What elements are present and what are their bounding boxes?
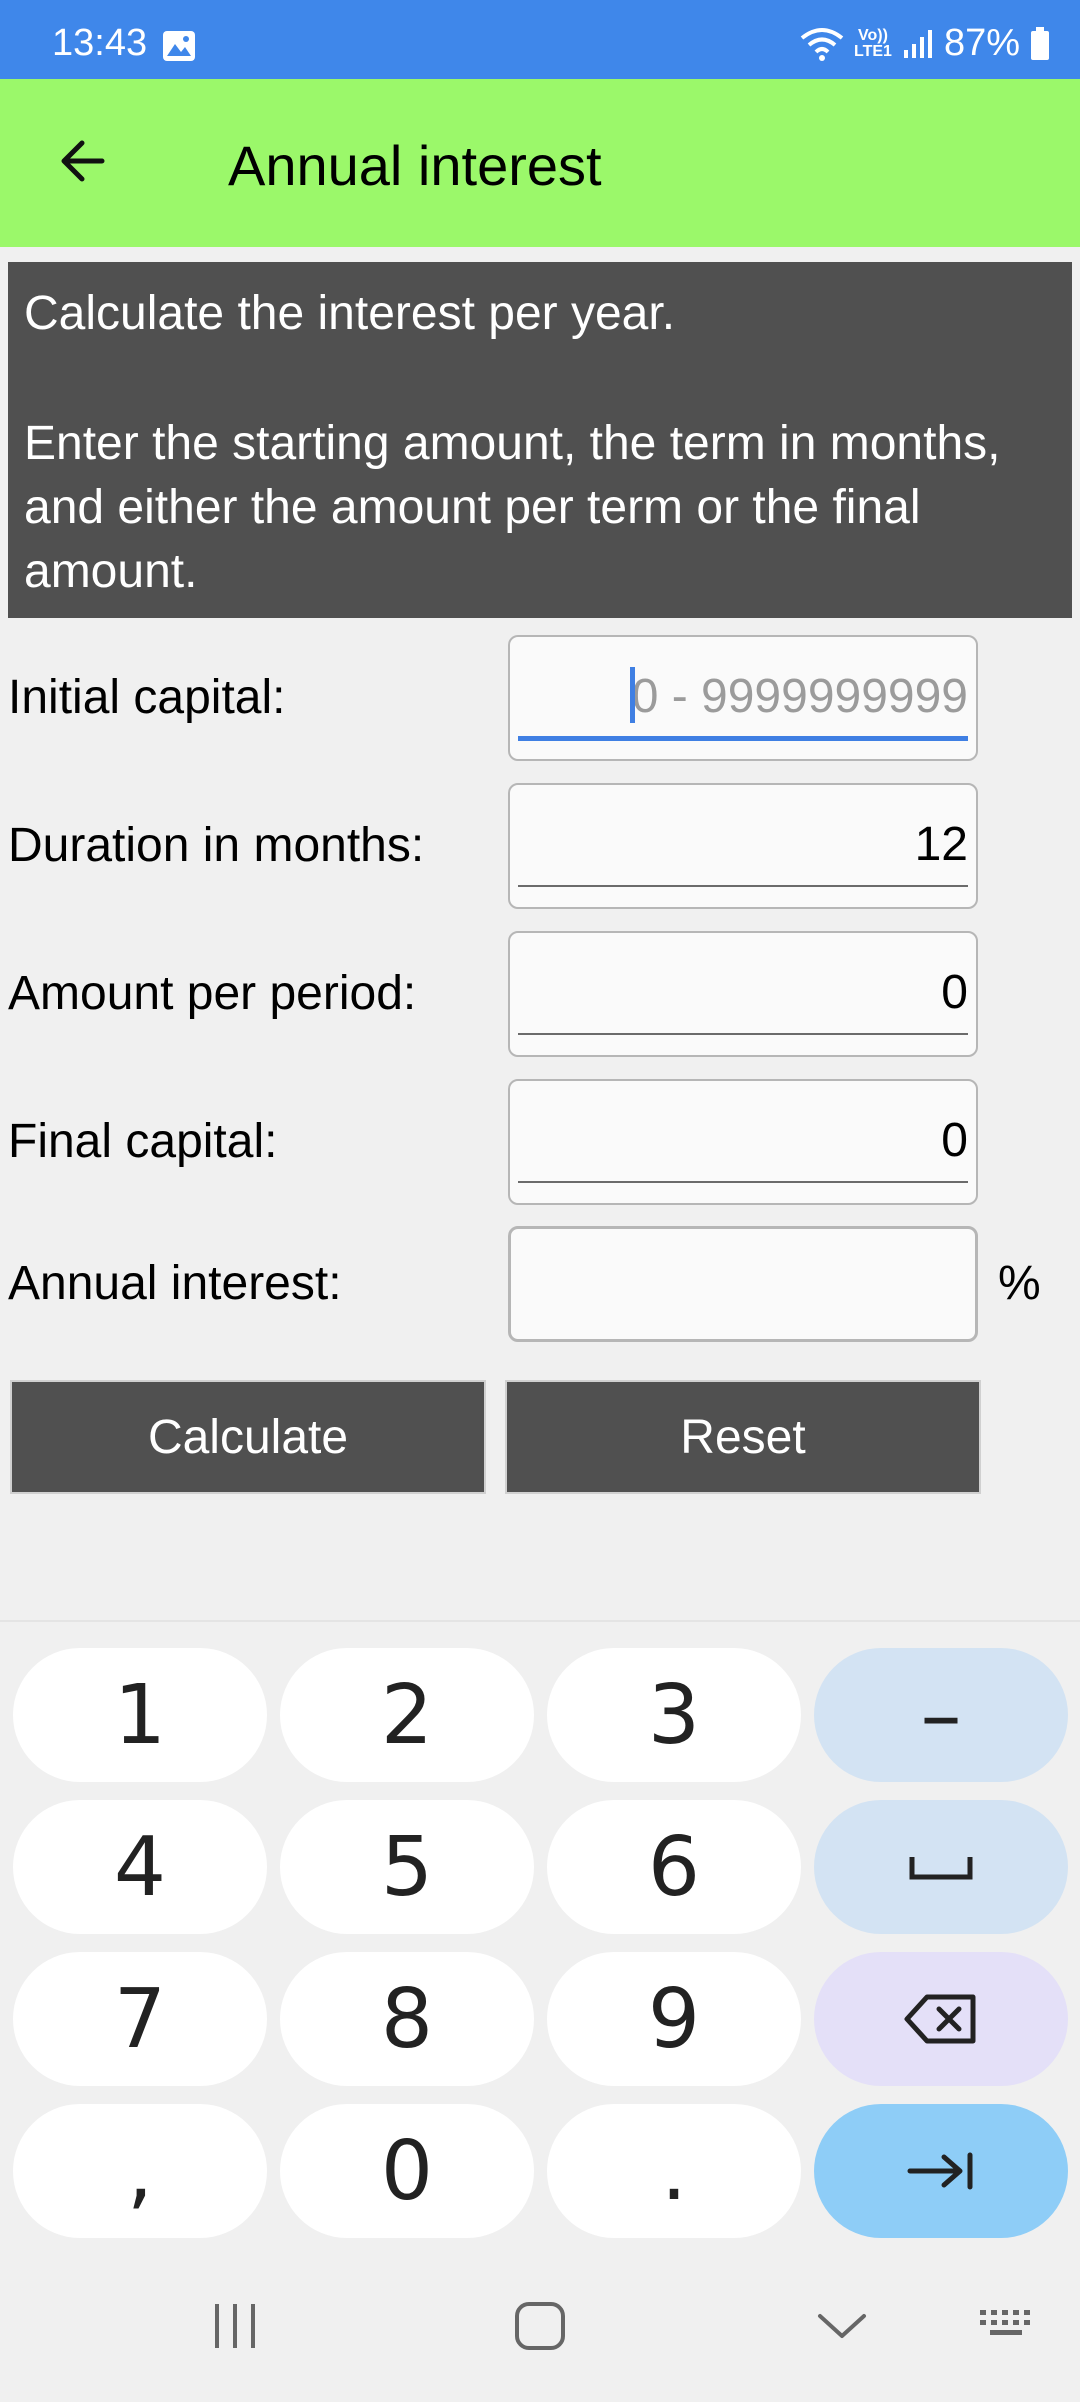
- status-bar: 13:43 Vo)) LTE1 87%: [0, 0, 1080, 79]
- initial-capital-placeholder: 0 - 9999999999: [631, 670, 968, 723]
- initial-capital-label: Initial capital:: [8, 671, 286, 724]
- input-underline: [518, 1033, 968, 1035]
- network-type: Vo)) LTE1: [854, 26, 892, 60]
- input-underline: [518, 1181, 968, 1183]
- key-9[interactable]: 9: [547, 1952, 801, 2086]
- amount-per-period-value: 0: [941, 966, 968, 1019]
- system-navigation-bar: [0, 2270, 1080, 2380]
- volte-label: Vo)): [858, 26, 888, 44]
- battery-icon: [1031, 26, 1049, 60]
- key-5[interactable]: 5: [280, 1800, 534, 1934]
- tab-next-icon: [907, 2152, 973, 2190]
- text-cursor: [630, 667, 635, 723]
- final-capital-input[interactable]: 0: [508, 1079, 978, 1205]
- percent-unit: %: [998, 1257, 1041, 1310]
- key-space[interactable]: [814, 1800, 1068, 1934]
- lte-label: LTE1: [854, 42, 892, 60]
- key-0[interactable]: 0: [280, 2104, 534, 2238]
- key-next[interactable]: [814, 2104, 1068, 2238]
- backspace-icon: [904, 1994, 976, 2044]
- key-3[interactable]: 3: [547, 1648, 801, 1782]
- final-capital-label: Final capital:: [8, 1115, 278, 1168]
- final-capital-value: 0: [941, 1114, 968, 1167]
- status-icons: Vo)) LTE1 87%: [800, 22, 1050, 65]
- hide-keyboard-icon[interactable]: [812, 2298, 872, 2354]
- annual-interest-label: Annual interest:: [8, 1257, 342, 1310]
- keyboard-switch-icon[interactable]: [978, 2298, 1038, 2354]
- description-banner: Calculate the interest per year. Enter t…: [8, 262, 1072, 618]
- amount-per-period-label: Amount per period:: [8, 967, 417, 1020]
- duration-value: 12: [914, 818, 968, 871]
- reset-button[interactable]: Reset: [505, 1380, 981, 1494]
- key-minus[interactable]: –: [814, 1648, 1068, 1782]
- key-dot[interactable]: .: [547, 2104, 801, 2238]
- initial-capital-input[interactable]: 0 - 9999999999: [508, 635, 978, 761]
- key-7[interactable]: 7: [13, 1952, 267, 2086]
- wifi-icon: [800, 27, 844, 61]
- key-8[interactable]: 8: [280, 1952, 534, 2086]
- description-line-2: Enter the starting amount, the term in m…: [24, 417, 1001, 598]
- home-icon[interactable]: [510, 2298, 570, 2354]
- input-underline: [518, 736, 968, 741]
- key-backspace[interactable]: [814, 1952, 1068, 2086]
- duration-label: Duration in months:: [8, 819, 425, 872]
- key-4[interactable]: 4: [13, 1800, 267, 1934]
- key-1[interactable]: 1: [13, 1648, 267, 1782]
- page-title: Annual interest: [228, 134, 602, 197]
- space-icon: [909, 1857, 973, 1880]
- key-comma[interactable]: ,: [13, 2104, 267, 2238]
- description-line-1: Calculate the interest per year.: [24, 287, 676, 340]
- key-6[interactable]: 6: [547, 1800, 801, 1934]
- calculate-button[interactable]: Calculate: [10, 1380, 486, 1494]
- app-bar: Annual interest: [0, 79, 1080, 247]
- key-2[interactable]: 2: [280, 1648, 534, 1782]
- battery-percent: 87%: [943, 22, 1020, 64]
- signal-icon: [903, 29, 932, 58]
- amount-per-period-input[interactable]: 0: [508, 931, 978, 1057]
- annual-interest-output: [508, 1226, 978, 1342]
- gallery-notification-icon: [163, 31, 195, 61]
- input-underline: [518, 885, 968, 887]
- back-arrow-icon[interactable]: [52, 131, 112, 191]
- status-time: 13:43: [52, 22, 148, 64]
- duration-input[interactable]: 12: [508, 783, 978, 909]
- recent-apps-icon[interactable]: [205, 2298, 265, 2354]
